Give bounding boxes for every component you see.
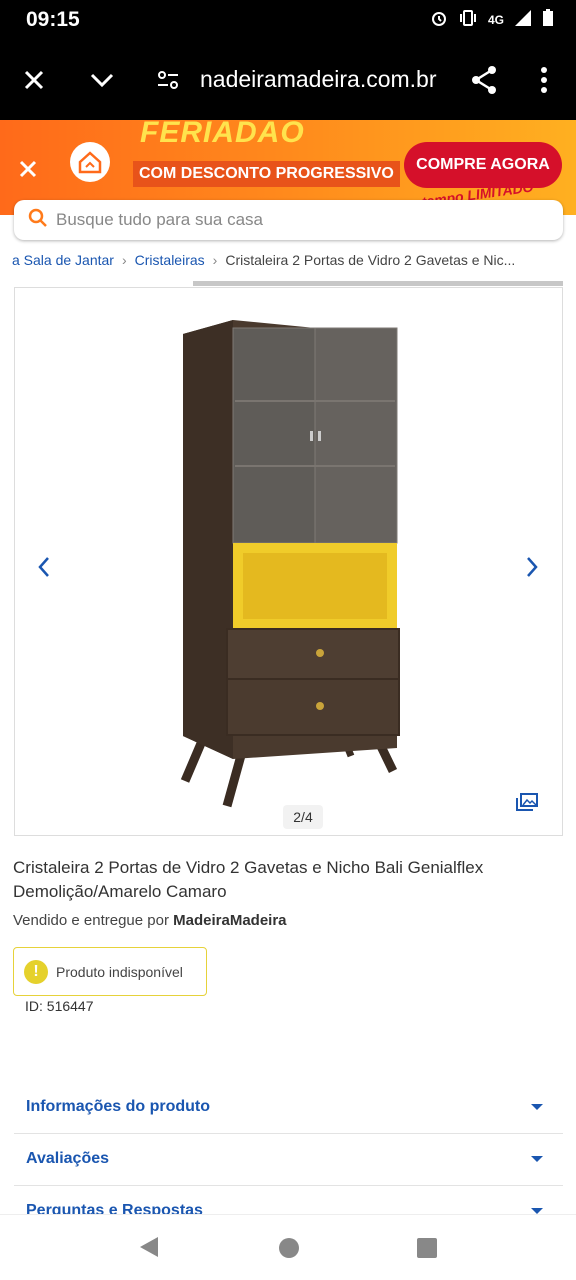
- recents-square-icon: [417, 1238, 437, 1258]
- site-settings-button[interactable]: [148, 60, 188, 100]
- recents-button[interactable]: [416, 1237, 438, 1264]
- status-time: 09:15: [26, 8, 80, 31]
- availability-label: Produto indisponível: [56, 963, 183, 980]
- gallery-prev-button[interactable]: [37, 556, 51, 584]
- caret-down-icon: [531, 1104, 543, 1110]
- chevron-down-icon: [90, 73, 114, 87]
- availability-status: ! Produto indisponível: [13, 947, 207, 996]
- search-bar[interactable]: Busque tudo para sua casa: [14, 200, 563, 240]
- caret-down-icon: [531, 1156, 543, 1162]
- home-circle-icon: [279, 1238, 299, 1258]
- close-icon: [19, 160, 37, 178]
- share-button[interactable]: [464, 60, 504, 100]
- browser-toolbar: nadeiramadeira.com.br: [0, 40, 576, 120]
- battery-icon: [542, 9, 554, 30]
- seller-info: Vendido e entregue por MadeiraMadeira: [13, 912, 287, 929]
- minimize-button[interactable]: [82, 60, 122, 100]
- vibrate-icon: [458, 10, 478, 29]
- url-text[interactable]: nadeiramadeira.com.br: [200, 66, 452, 93]
- promo-title: FERIADÃO: [140, 120, 305, 149]
- image-gallery-icon[interactable]: [516, 793, 538, 816]
- status-icons: 4G: [430, 9, 554, 30]
- product-image: [180, 320, 400, 808]
- network-label: 4G: [487, 12, 504, 27]
- product-gallery[interactable]: 2/4: [14, 287, 563, 836]
- warning-icon: !: [24, 959, 48, 984]
- accordion-product-info[interactable]: Informações do produto: [14, 1082, 563, 1134]
- promo-subtitle: COM DESCONTO PROGRESSIVO: [133, 161, 400, 187]
- accordion-label: Informações do produto: [26, 1098, 210, 1115]
- chevron-left-icon: [38, 557, 49, 577]
- brand-logo-icon: [70, 142, 110, 182]
- alarm-icon: [430, 9, 448, 30]
- search-icon: [28, 208, 48, 233]
- breadcrumb-scrollbar[interactable]: [193, 281, 563, 286]
- gallery-next-button[interactable]: [525, 556, 539, 584]
- close-tab-button[interactable]: [14, 60, 54, 100]
- system-navigation-bar: [0, 1214, 576, 1280]
- chevron-right-icon: [527, 557, 538, 577]
- seller-name: MadeiraMadeira: [173, 912, 287, 929]
- product-title: Cristaleira 2 Portas de Vidro 2 Gavetas …: [13, 858, 484, 901]
- chevron-right-icon: ›: [121, 252, 127, 268]
- close-icon: [24, 70, 44, 90]
- breadcrumb: a Sala de Jantar › Cristaleiras › Cristaleir…: [12, 252, 564, 268]
- buy-now-button[interactable]: COMPRE AGORA: [404, 142, 562, 188]
- breadcrumb-item-cristaleiras[interactable]: Cristaleiras: [135, 252, 205, 268]
- back-button[interactable]: [138, 1235, 160, 1264]
- promo-close-button[interactable]: [18, 158, 38, 186]
- more-options-button[interactable]: [524, 60, 564, 100]
- chevron-right-icon: ›: [212, 252, 218, 268]
- back-triangle-icon: [140, 1237, 158, 1257]
- share-icon: [472, 66, 496, 94]
- seller-prefix: Vendido e entregue por: [13, 912, 169, 929]
- tune-icon: [158, 71, 178, 89]
- search-input[interactable]: Busque tudo para sua casa: [56, 210, 263, 230]
- home-button[interactable]: [278, 1237, 300, 1264]
- product-id: ID: 516447: [25, 998, 94, 1014]
- status-bar: 09:15 4G: [0, 0, 576, 40]
- accordion-label: Avaliações: [26, 1150, 110, 1167]
- breadcrumb-item-sala-de-jantar[interactable]: a Sala de Jantar: [12, 252, 114, 268]
- breadcrumb-current: Cristaleira 2 Portas de Vidro 2 Gavetas …: [225, 252, 516, 268]
- accordion-reviews[interactable]: Avaliações: [14, 1134, 563, 1186]
- signal-icon: [514, 9, 532, 30]
- gallery-counter: 2/4: [283, 805, 323, 829]
- more-vertical-icon: [541, 67, 547, 93]
